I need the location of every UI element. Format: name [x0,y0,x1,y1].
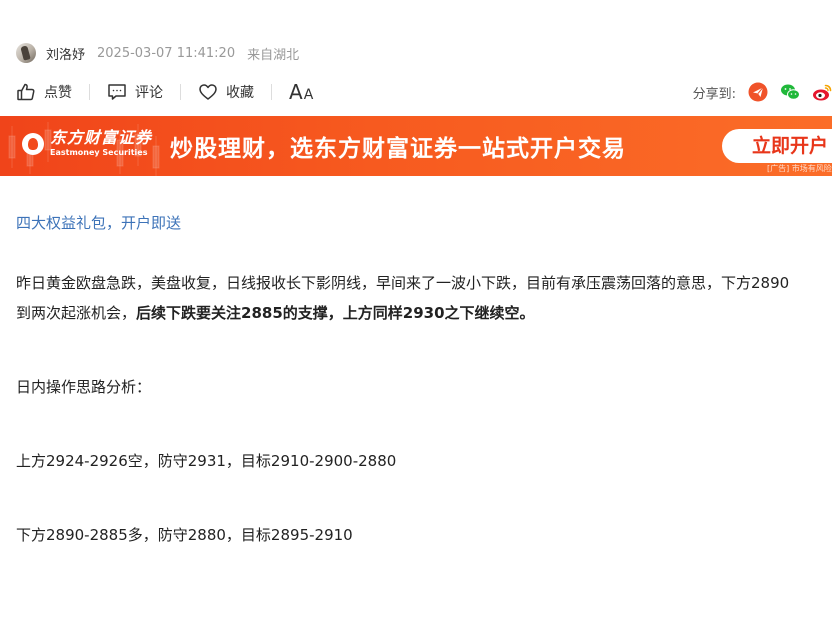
article-meta: 刘洛妤 2025-03-07 11:41:20 来自湖北 [16,42,299,64]
brand-name-cn: 东方财富证券 [50,128,153,147]
article-toolbar: 点赞 评论 收藏 A A 分享到: [16,80,832,104]
avatar[interactable] [16,43,36,63]
toolbar-divider [180,84,181,100]
font-size-large-glyph: A [289,79,303,104]
ad-disclaimer: [广告] 市场有风险 [767,164,832,173]
comment-button[interactable]: 评论 [107,82,163,102]
wechat-icon[interactable] [780,82,800,102]
like-button[interactable]: 点赞 [16,82,72,102]
paragraph-text: 到两次起涨机会， [16,304,137,322]
heart-icon [199,84,217,100]
promo-link[interactable]: 四大权益礼包，开户即送 [16,214,181,232]
font-size-toggle[interactable]: A A [289,82,313,103]
thumbs-up-icon [17,83,35,101]
plan-long: 下方2890-2885多，防守2880，目标2895-2910 [16,526,353,544]
ad-banner[interactable]: 东方财富证券 Eastmoney Securities 炒股理财，选东方财富证券… [0,116,832,176]
article-body: 四大权益礼包，开户即送 昨日黄金欧盘急跌，美盘收复，日线报收长下影阴线，早间来了… [16,208,832,550]
analysis-heading: 日内操作思路分析： [16,378,152,396]
eastmoney-logo: 东方财富证券 Eastmoney Securities [22,130,152,157]
paragraph-line: 到两次起涨机会，后续下跌要关注2885的支撑，上方同样2930之下继续空。 [16,298,832,328]
open-account-button[interactable]: 立即开户 [722,129,832,163]
publish-location: 来自湖北 [247,47,300,63]
favorite-label: 收藏 [226,85,254,101]
publish-time: 2025-03-07 11:41:20 [97,45,236,61]
comment-label: 评论 [135,85,163,101]
weibo-icon[interactable] [812,82,832,102]
paragraph-line: 昨日黄金欧盘急跌，美盘收复，日线报收长下影阴线，早间来了一波小下跌，目前有承压震… [16,274,790,292]
toutiao-icon[interactable] [748,82,768,102]
favorite-button[interactable]: 收藏 [198,82,254,102]
brand-name-en: Eastmoney Securities [50,148,148,157]
share-label: 分享到: [692,86,736,102]
eastmoney-logo-icon [22,132,44,155]
toolbar-divider [89,84,90,100]
font-size-small-glyph: A [303,86,314,103]
author-name[interactable]: 刘洛妤 [46,44,85,63]
plan-short: 上方2924-2926空，防守2931，目标2910-2900-2880 [16,452,397,470]
paragraph-highlight: 后续下跌要关注2885的支撑，上方同样2930之下继续空。 [136,304,535,322]
toolbar-divider [271,84,272,100]
comment-icon [108,84,126,100]
share-group: 分享到: [693,82,832,102]
like-label: 点赞 [44,85,72,101]
banner-slogan: 炒股理财，选东方财富证券一站式开户交易 [170,136,626,162]
